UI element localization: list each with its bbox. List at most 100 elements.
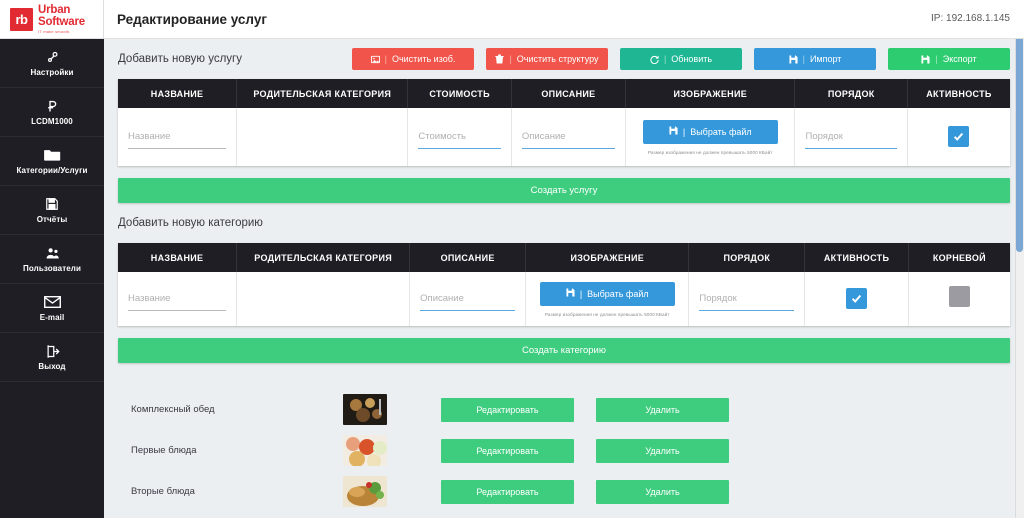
category-choose-file-button[interactable]: | Выбрать файл xyxy=(539,281,675,306)
delete-item-button[interactable]: Удалить xyxy=(596,479,729,504)
cell-root xyxy=(908,272,1010,326)
sidebar-item-settings[interactable]: Настройки xyxy=(0,39,104,88)
service-section-title: Добавить новую услугу xyxy=(118,53,242,65)
sidebar-item-logout[interactable]: Выход xyxy=(0,333,104,382)
top-bar: rb Urban Software IT make smooth. Редакт… xyxy=(0,0,1024,39)
refresh-label: Обновить xyxy=(671,54,713,64)
service-active-checkbox[interactable] xyxy=(948,126,970,147)
category-input-row: | Выбрать файл Размер изображения не дол… xyxy=(118,272,1010,326)
sidebar-item-label: Выход xyxy=(38,361,66,371)
col-active: АКТИВНОСТЬ xyxy=(907,79,1010,108)
service-order-input[interactable] xyxy=(805,128,897,149)
logo-mark: rb xyxy=(10,7,33,31)
col-active: АКТИВНОСТЬ xyxy=(804,243,909,272)
export-label: Экспорт xyxy=(942,54,977,64)
sidebar: Настройки LCDM1000 Категории/Услуги Отчё… xyxy=(0,39,104,518)
category-form-card: НАЗВАНИЕ РОДИТЕЛЬСКАЯ КАТЕГОРИЯ ОПИСАНИЕ… xyxy=(118,243,1010,326)
service-section-header: Добавить новую услугу | Очистить изоб. |… xyxy=(118,39,1010,79)
cell-description xyxy=(511,108,627,166)
edit-item-button[interactable]: Редактировать xyxy=(441,479,574,504)
category-form-table: НАЗВАНИЕ РОДИТЕЛЬСКАЯ КАТЕГОРИЯ ОПИСАНИЕ… xyxy=(118,243,1010,326)
service-choose-file-button[interactable]: | Выбрать файл xyxy=(642,119,778,144)
logo-wordmark: Urban Software IT make smooth. xyxy=(38,3,85,34)
col-description: ОПИСАНИЕ xyxy=(409,243,527,272)
export-button[interactable]: | Экспорт xyxy=(888,48,1010,70)
sidebar-item-label: E-mail xyxy=(39,312,65,322)
delete-item-button[interactable]: Удалить xyxy=(596,397,729,422)
clear-images-button[interactable]: | Очистить изоб. xyxy=(352,48,474,70)
service-description-input[interactable] xyxy=(521,128,616,149)
item-name: Вторые блюда xyxy=(131,486,195,497)
sidebar-item-lcdm1000[interactable]: LCDM1000 xyxy=(0,88,104,137)
logo-tagline: IT make smooth. xyxy=(38,28,71,34)
cell-active xyxy=(804,272,909,326)
cell-price xyxy=(407,108,512,166)
service-name-input[interactable] xyxy=(128,128,227,149)
cell-order xyxy=(794,108,908,166)
import-button[interactable]: | Импорт xyxy=(754,48,876,70)
service-toolbar: | Очистить изоб. | Очистить структуру | … xyxy=(352,48,1010,70)
ip-address-label: IP: 192.168.1.145 xyxy=(931,13,1010,24)
service-price-input[interactable] xyxy=(418,128,501,149)
edit-item-button[interactable]: Редактировать xyxy=(441,397,574,422)
category-active-checkbox[interactable] xyxy=(846,288,868,309)
brand-logo[interactable]: rb Urban Software IT make smooth. xyxy=(0,0,104,39)
ruble-icon xyxy=(45,99,60,114)
service-input-row: | Выбрать файл Размер изображения не дол… xyxy=(118,108,1010,166)
sidebar-item-email[interactable]: E-mail xyxy=(0,284,104,333)
logo-line-1: Urban xyxy=(38,3,71,16)
cell-active xyxy=(907,108,1010,166)
cell-parent[interactable] xyxy=(236,272,411,326)
sidebar-item-users[interactable]: Пользователи xyxy=(0,235,104,284)
image-icon xyxy=(370,55,380,64)
refresh-button[interactable]: | Обновить xyxy=(620,48,742,70)
envelope-icon xyxy=(43,295,61,310)
col-image: ИЗОБРАЖЕНИЕ xyxy=(625,79,796,108)
sidebar-item-reports[interactable]: Отчёты xyxy=(0,186,104,235)
category-description-input[interactable] xyxy=(420,290,516,311)
category-name-input[interactable] xyxy=(128,290,227,311)
button-divider: | xyxy=(935,54,938,64)
clear-images-label: Очистить изоб. xyxy=(391,54,456,64)
cell-name xyxy=(118,272,238,326)
item-thumbnail xyxy=(343,435,387,466)
sidebar-item-label: Отчёты xyxy=(36,214,68,224)
category-table-header-row: НАЗВАНИЕ РОДИТЕЛЬСКАЯ КАТЕГОРИЯ ОПИСАНИЕ… xyxy=(118,243,1010,272)
list-item: Комплексный обед Редактировать Удалить xyxy=(118,389,1010,430)
settings-icon xyxy=(45,50,60,65)
save-icon xyxy=(45,197,59,212)
service-file-size-hint: Размер изображения не должен превышать 5… xyxy=(647,149,773,155)
category-order-input[interactable] xyxy=(699,290,795,311)
category-section-title: Добавить новую категорию xyxy=(118,217,263,229)
col-parent: РОДИТЕЛЬСКАЯ КАТЕГОРИЯ xyxy=(236,243,411,272)
category-root-checkbox[interactable] xyxy=(948,286,970,307)
create-category-button[interactable]: Создать категорию xyxy=(118,338,1010,363)
sidebar-item-label: Категории/Услуги xyxy=(16,165,88,175)
service-form-table: НАЗВАНИЕ РОДИТЕЛЬСКАЯ КАТЕГОРИЯ СТОИМОСТ… xyxy=(118,79,1010,166)
cell-parent[interactable] xyxy=(236,108,409,166)
edit-item-button[interactable]: Редактировать xyxy=(441,438,574,463)
page-title: Редактирование услуг xyxy=(117,11,267,27)
delete-item-button[interactable]: Удалить xyxy=(596,438,729,463)
create-service-button[interactable]: Создать услугу xyxy=(118,178,1010,203)
item-name: Первые блюда xyxy=(131,445,197,456)
page-scrollbar[interactable] xyxy=(1015,0,1024,518)
clear-structure-button[interactable]: | Очистить структуру xyxy=(486,48,608,70)
list-item: Первые блюда Редактировать Удалить xyxy=(118,430,1010,471)
button-divider: | xyxy=(802,54,805,64)
button-divider: | xyxy=(509,54,512,64)
category-choose-file-label: Выбрать файл xyxy=(587,288,649,299)
floppy-icon xyxy=(566,288,575,299)
cell-name xyxy=(118,108,238,166)
cell-description xyxy=(409,272,527,326)
floppy-icon xyxy=(789,54,798,64)
application-window: rb Urban Software IT make smooth. Редакт… xyxy=(0,0,1024,518)
cell-image: | Выбрать файл Размер изображения не дол… xyxy=(625,108,796,166)
clear-structure-label: Очистить структуру xyxy=(516,54,599,64)
sidebar-item-categories-services[interactable]: Категории/Услуги xyxy=(0,137,104,186)
col-description: ОПИСАНИЕ xyxy=(511,79,627,108)
floppy-icon xyxy=(669,126,678,137)
logo-line-2: Software xyxy=(38,16,85,28)
sidebar-item-label: Настройки xyxy=(30,67,74,77)
sidebar-item-label: LCDM1000 xyxy=(31,116,73,126)
